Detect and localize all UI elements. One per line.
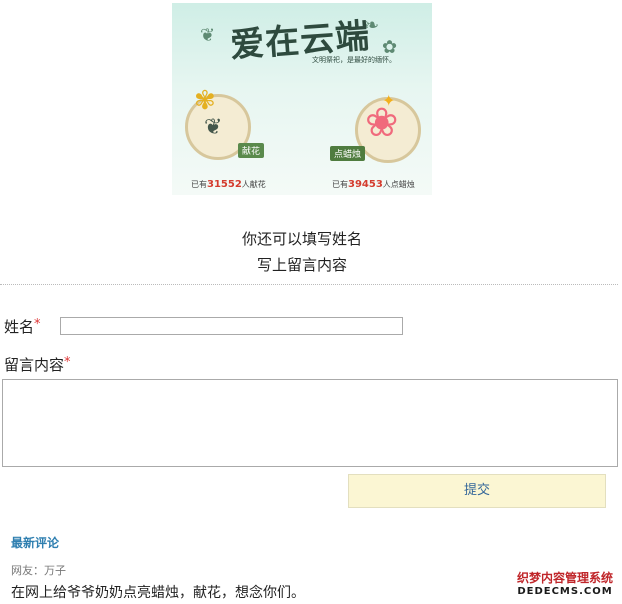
intro-line-1: 你还可以填写姓名 — [241, 230, 362, 248]
light-candle-button[interactable]: 点蜡烛 — [330, 146, 366, 161]
banner-subtitle: 文明祭祀，是最好的缅怀。 — [312, 56, 396, 64]
required-mark: * — [34, 317, 41, 332]
leaf-icon: ❦ — [200, 25, 216, 46]
memorial-banner: ❦ ❧ ✿ 爱在云端 文明祭祀，是最好的缅怀。 ✾ ❦ 献花 ❀ ✦ 点蜡烛 已… — [172, 3, 432, 195]
watermark-line-2: DEDECMS.COM — [517, 586, 613, 597]
flower-count-number: 31552 — [207, 179, 242, 190]
name-input[interactable] — [60, 317, 403, 335]
watermark-line-1: 织梦内容管理系统 — [516, 571, 613, 585]
latest-comments-title: 最新评论 — [11, 536, 60, 550]
flower-count: 已有31552人献花 — [191, 179, 266, 190]
divider — [0, 284, 618, 285]
message-textarea[interactable] — [2, 379, 618, 467]
comment-text: 在网上给爷爷奶奶点亮蜡烛，献花，想念你们。 — [11, 585, 305, 601]
flame-icon: ✦ — [382, 91, 396, 110]
submit-button[interactable]: 提交 — [348, 474, 606, 508]
offer-flower-button[interactable]: 献花 — [238, 143, 265, 158]
dedecms-watermark: 织梦内容管理系统 DEDECMS.COM — [513, 568, 616, 598]
message-label: 留言内容* — [4, 355, 71, 374]
stem-icon: ❦ — [204, 115, 223, 140]
intro-line-2: 写上留言内容 — [256, 256, 347, 274]
name-label: 姓名* — [4, 317, 41, 336]
candle-count-number: 39453 — [348, 179, 383, 190]
required-mark: * — [64, 355, 71, 370]
comment-author: 网友：万子 — [11, 564, 66, 577]
flower-icon: ✾ — [194, 86, 216, 116]
candle-count: 已有39453人点蜡烛 — [332, 179, 415, 190]
